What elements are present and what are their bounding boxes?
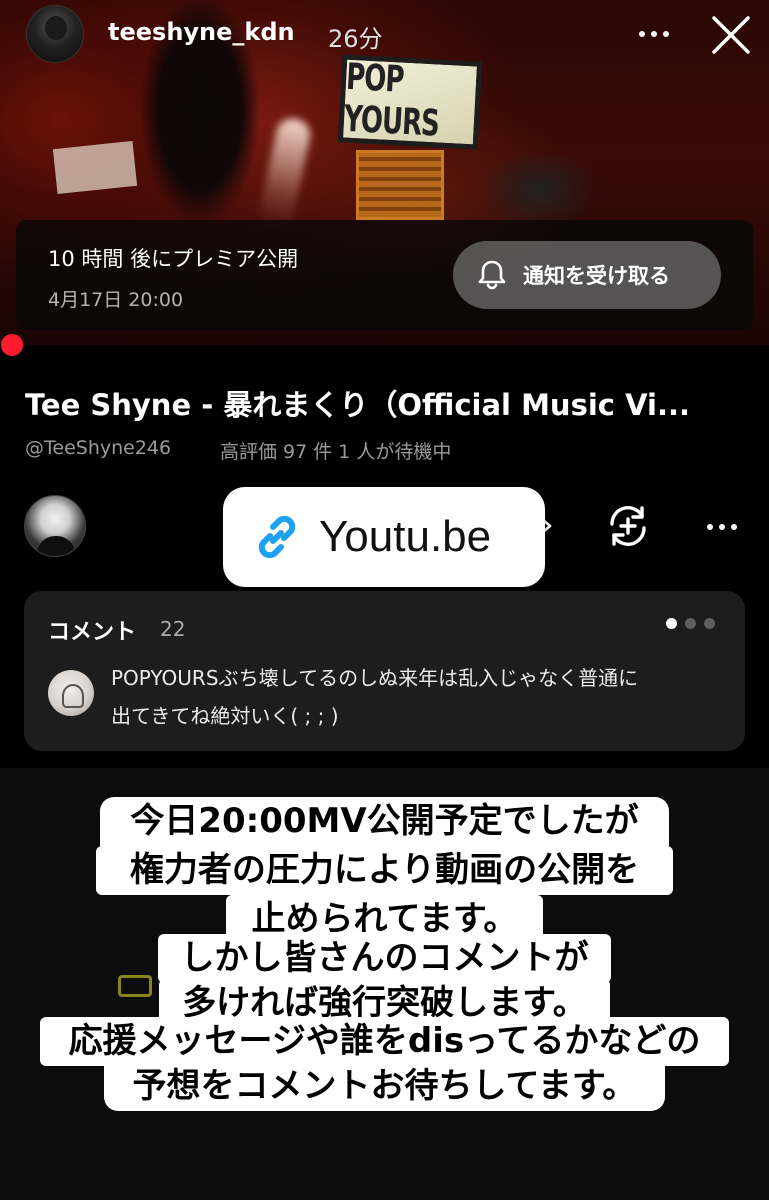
caption-line: 今日20:00MV公開予定でしたが — [100, 797, 669, 846]
pager-dot — [704, 618, 715, 629]
pager-dot — [685, 618, 696, 629]
commenter-avatar[interactable] — [48, 670, 94, 716]
close-icon[interactable] — [708, 12, 754, 58]
caption-line: 権力者の圧力により動画の公開を — [96, 846, 673, 895]
story-time: 26分 — [328, 25, 383, 53]
video-meta: 高評価 97 件 1 人が待機中 — [220, 441, 452, 463]
video-title[interactable]: Tee Shyne - 暴れまくり（Official Music Vi... — [25, 382, 755, 424]
premiere-countdown: 10 時間 後にプレミア公開 — [48, 247, 299, 271]
scene-light — [256, 115, 314, 231]
caption-line: 応援メッセージや誰をdisってるかなどの — [40, 1017, 729, 1066]
comments-pager — [666, 618, 715, 629]
scene-shadow — [480, 150, 600, 230]
channel-avatar[interactable] — [24, 495, 86, 557]
notify-button-label: 通知を受け取る — [523, 264, 670, 288]
comment-text: 出てきてね絶対いく( ; ; ) — [111, 704, 339, 728]
background-object — [118, 975, 152, 997]
premiere-datetime: 4月17日 20:00 — [48, 289, 184, 311]
notify-button[interactable]: 通知を受け取る — [453, 241, 721, 309]
link-sticker-label: Youtu.be — [319, 512, 492, 561]
scene-crate — [356, 150, 444, 220]
scene-tv-text: POP YOURS — [342, 56, 440, 146]
caption-line: 予想をコメントお待ちしてます。 — [104, 1062, 665, 1111]
caption-line: しかし皆さんのコメントが — [158, 934, 611, 983]
more-icon[interactable] — [704, 520, 740, 534]
pager-dot-active — [666, 618, 677, 629]
bell-icon — [478, 260, 506, 290]
comment-text: POPYOURSぶち壊してるのしぬ来年は乱入じゃなく普通に — [111, 666, 639, 690]
channel-handle[interactable]: @TeeShyne246 — [25, 437, 171, 459]
link-sticker[interactable]: Youtu.be — [223, 487, 545, 587]
story-progress-indicator — [1, 334, 23, 356]
scene-tv-screen: POP YOURS — [337, 54, 483, 150]
story-username[interactable]: teeshyne_kdn — [108, 18, 295, 46]
scene-box — [52, 140, 138, 195]
comments-count: 22 — [160, 617, 186, 641]
story-avatar[interactable] — [26, 5, 84, 63]
comments-title: コメント — [48, 620, 137, 645]
link-icon — [258, 515, 296, 559]
remix-icon[interactable] — [604, 504, 652, 548]
more-icon[interactable] — [636, 24, 672, 44]
